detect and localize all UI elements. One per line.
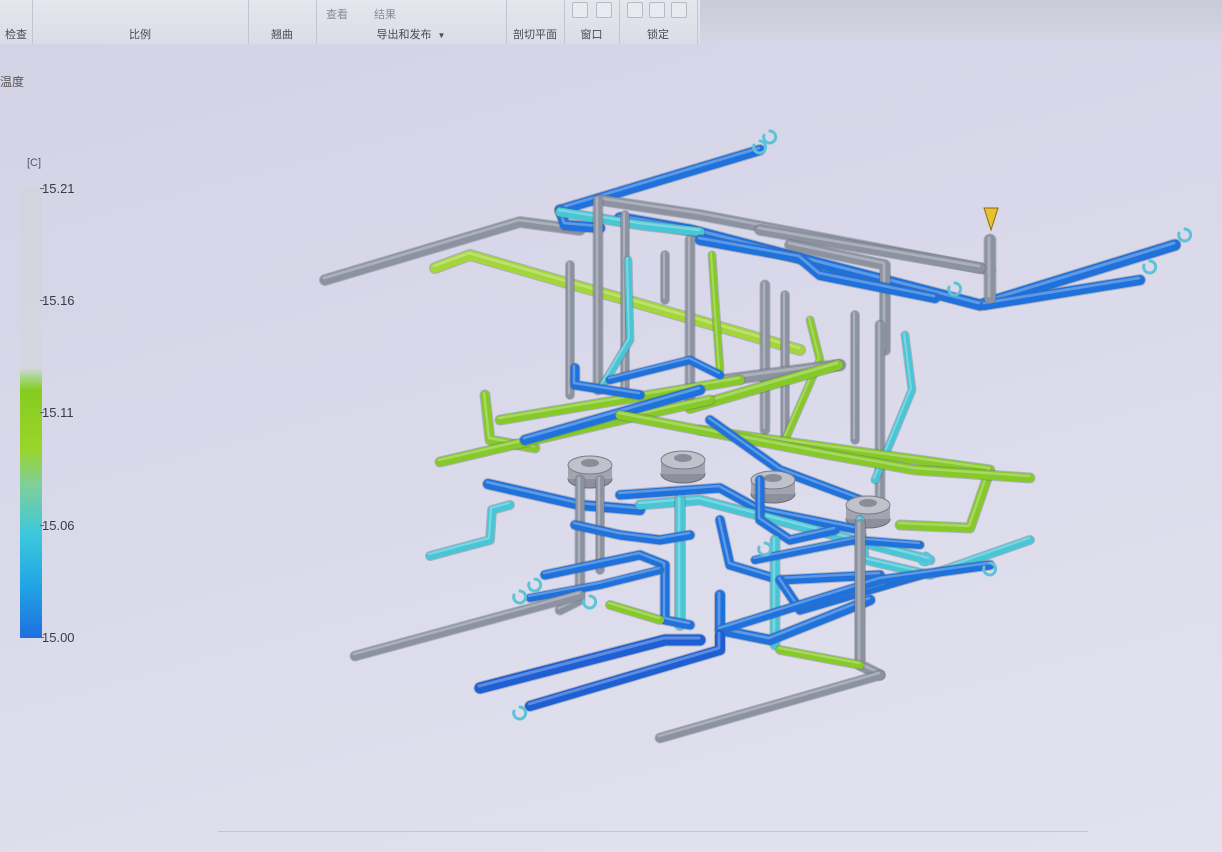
insert-hole [674,454,692,462]
hose-connector-icon[interactable] [1142,259,1158,275]
hose-connector-icon[interactable] [762,129,778,145]
cooling-pipe[interactable] [655,670,885,743]
cooling-channel-model[interactable] [0,0,1222,852]
insert-hole [581,459,599,467]
cooling-pipe[interactable] [350,590,585,661]
hose-connector-icon[interactable] [527,577,543,593]
cooling-pipe[interactable] [555,145,765,215]
hose-connector-icon[interactable] [512,705,528,721]
pipe-highlight [657,671,881,738]
insert-hole [764,474,782,482]
cooling-pipe[interactable] [430,250,805,355]
insert-hole [859,499,877,507]
injection-gate-icon[interactable] [983,207,999,232]
hose-connector-icon[interactable] [1177,227,1193,243]
pipe-highlight [557,146,761,210]
hose-connector-icon[interactable] [512,589,528,605]
pipe-highlight [352,591,581,656]
cooling-pipe[interactable] [776,646,864,669]
cooling-pipe[interactable] [606,601,664,624]
